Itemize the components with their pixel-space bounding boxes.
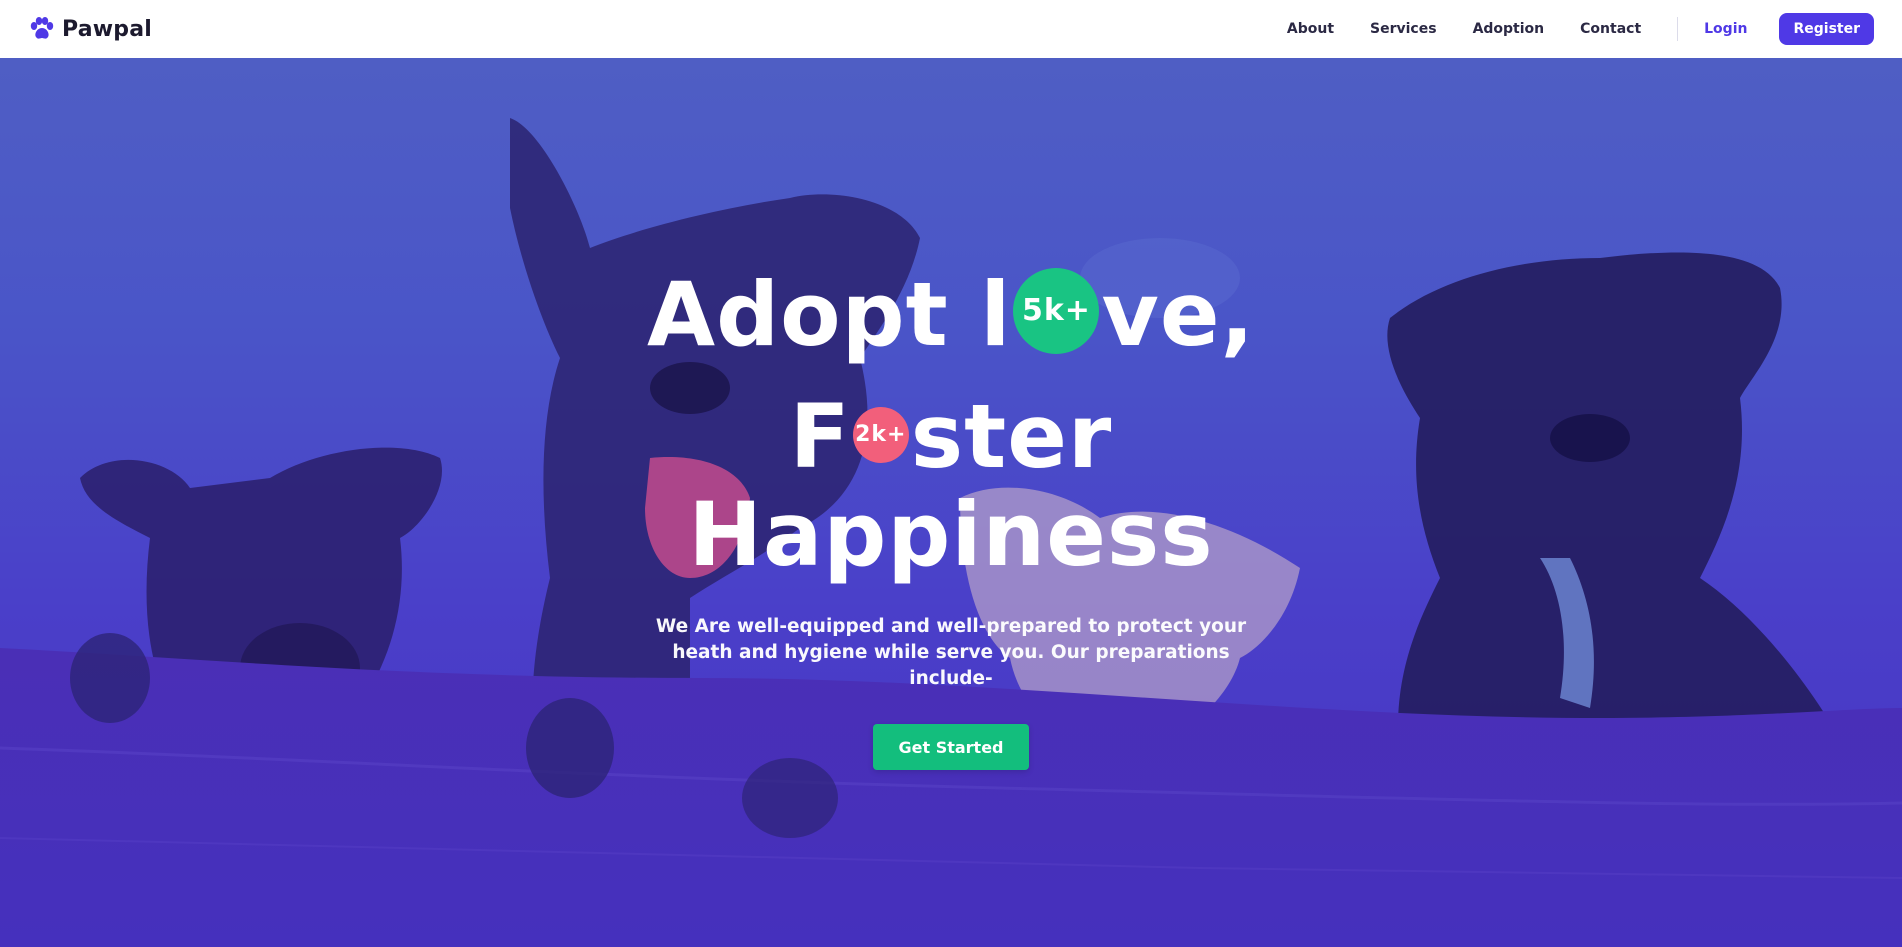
nav-links: About Services Adoption Contact Login Re… bbox=[1287, 13, 1874, 45]
get-started-button[interactable]: Get Started bbox=[873, 724, 1029, 771]
headline-line-1: Adopt l 5k+ ve, bbox=[647, 266, 1255, 364]
hero-headline: Adopt l 5k+ ve, F 2k+ster Happiness bbox=[647, 266, 1255, 584]
top-navbar: Pawpal About Services Adoption Contact L… bbox=[0, 0, 1902, 58]
nav-divider bbox=[1677, 17, 1679, 41]
nav-link-contact[interactable]: Contact bbox=[1580, 21, 1641, 37]
nav-link-about[interactable]: About bbox=[1287, 21, 1334, 37]
hero-content: Adopt l 5k+ ve, F 2k+ster Happiness We Are … bbox=[0, 58, 1902, 947]
nav-link-adoption[interactable]: Adoption bbox=[1473, 21, 1545, 37]
nav-link-services[interactable]: Services bbox=[1370, 21, 1437, 37]
hero-subtext: We Are well-equipped and well-prepared t… bbox=[655, 616, 1247, 690]
headline-line-3: Happiness bbox=[688, 483, 1214, 587]
headline-line-2-end: ster bbox=[910, 385, 1113, 489]
adopt-count-badge: 5k+ bbox=[1013, 268, 1100, 355]
brand-logo[interactable]: Pawpal bbox=[28, 15, 152, 43]
register-button[interactable]: Register bbox=[1779, 13, 1874, 45]
login-link[interactable]: Login bbox=[1704, 21, 1747, 37]
brand-name: Pawpal bbox=[62, 16, 153, 42]
headline-line-2-start: F bbox=[789, 385, 851, 489]
headline-line-1-end: ve, bbox=[1101, 263, 1255, 366]
foster-count-badge: 2k+ bbox=[852, 407, 909, 464]
paw-icon bbox=[30, 17, 54, 39]
headline-line-2: F 2k+ster bbox=[647, 388, 1255, 486]
headline-line-1-start: Adopt l bbox=[647, 263, 1012, 366]
hero-section: Adopt l 5k+ ve, F 2k+ster Happiness We Are … bbox=[0, 58, 1902, 947]
